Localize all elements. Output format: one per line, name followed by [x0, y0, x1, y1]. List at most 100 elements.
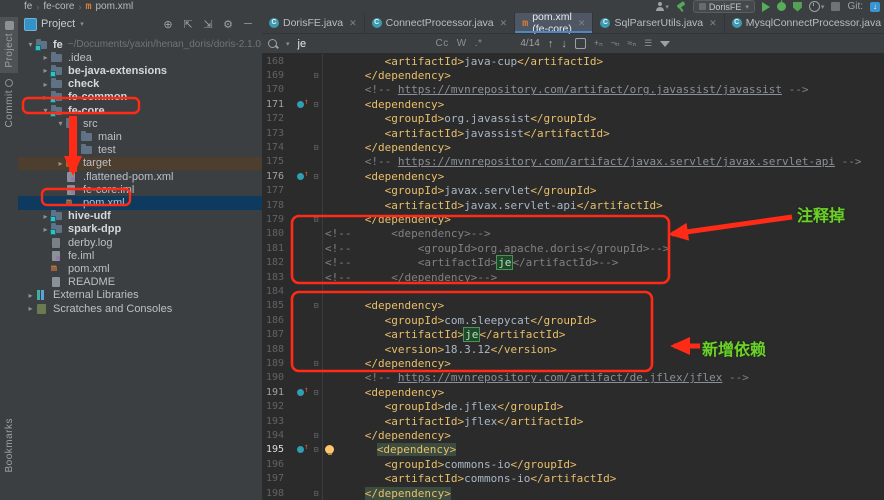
code-line-192[interactable]: 192 <groupId>de.jflex</groupId>	[262, 400, 884, 414]
tree-item-spark-dpp[interactable]: ▸spark-dpp	[18, 223, 263, 236]
fold-marker-icon[interactable]: ⊟	[310, 388, 322, 397]
code-line-185[interactable]: 185⊟ <dependency>	[262, 299, 884, 313]
tree-item-test[interactable]: ▸test	[18, 144, 263, 157]
fold-marker-icon[interactable]: ⊟	[310, 359, 322, 368]
code-line-178[interactable]: 178 <artifactId>javax.servlet-api</artif…	[262, 198, 884, 212]
close-icon[interactable]: ✕	[500, 18, 508, 29]
editor-tab[interactable]: CConnectProcessor.java✕	[365, 13, 516, 33]
tree-item-target[interactable]: ▸target	[18, 157, 263, 170]
add-occurrence-icon[interactable]: +ₙ	[594, 38, 603, 49]
dependency-gutter-icon[interactable]	[296, 171, 310, 182]
fold-marker-icon[interactable]: ⊟	[310, 489, 322, 498]
fold-marker-icon[interactable]: ⊟	[310, 71, 322, 80]
profiler-button[interactable]: ▾	[809, 1, 825, 13]
tree-item-scratches-and-consoles[interactable]: ▸Scratches and Consoles	[18, 302, 263, 315]
tree-item-be-java-extensions[interactable]: ▸be-java-extensions	[18, 64, 263, 77]
code-line-186[interactable]: 186 <groupId>com.sleepycat</groupId>	[262, 313, 884, 327]
stop-button[interactable]	[831, 1, 840, 13]
code-line-172[interactable]: 172 <groupId>org.javassist</groupId>	[262, 112, 884, 126]
filter-icon[interactable]	[660, 41, 670, 47]
collapse-icon[interactable]: ⇲	[200, 18, 216, 31]
intention-bulb-icon[interactable]	[325, 445, 334, 454]
breadcrumb-pom[interactable]: pom.xml	[96, 1, 134, 12]
tree-item-readme[interactable]: README	[18, 276, 263, 289]
next-match-icon[interactable]: ↓	[561, 38, 567, 50]
code-line-168[interactable]: 168 <artifactId>java-cup</artifactId>	[262, 54, 884, 68]
tree-item--flattened-pom-xml[interactable]: .flattened-pom.xml	[18, 170, 263, 183]
code-line-182[interactable]: 182<!-- <artifactId>je</artifactId>-->	[262, 256, 884, 270]
editor-tab[interactable]: mpom.xml (fe-core)✕	[515, 13, 593, 33]
tree-item-fe-common[interactable]: ▸fe-common	[18, 91, 263, 104]
tree-item-pom-xml[interactable]: mpom.xml	[18, 262, 263, 275]
tree-item-fe-core[interactable]: ▾fe-core	[18, 104, 263, 117]
code-line-198[interactable]: 198⊟ </dependency>	[262, 486, 884, 500]
code-line-177[interactable]: 177 <groupId>javax.servlet</groupId>	[262, 184, 884, 198]
code-line-196[interactable]: 196 <groupId>commons-io</groupId>	[262, 457, 884, 471]
code-line-191[interactable]: 191⊟ <dependency>	[262, 385, 884, 399]
chevron-right-icon[interactable]: ▸	[41, 93, 50, 102]
close-icon[interactable]: ✕	[578, 18, 586, 29]
fold-marker-icon[interactable]: ⊟	[310, 445, 322, 454]
editor-tab[interactable]: CMysqlConnectProcessor.java✕	[725, 13, 884, 33]
fold-marker-icon[interactable]: ⊟	[310, 143, 322, 152]
prev-match-icon[interactable]: ↑	[548, 38, 554, 50]
chevron-right-icon[interactable]: ▸	[41, 80, 50, 89]
editor-tab[interactable]: CSqlParserUtils.java✕	[593, 13, 724, 33]
code-line-183[interactable]: 183<!-- </dependency>-->	[262, 270, 884, 284]
remove-occurrence-icon[interactable]: ¬ₙ	[611, 38, 620, 49]
project-panel-title[interactable]: Project	[41, 18, 75, 30]
dependency-gutter-icon[interactable]	[296, 387, 310, 398]
tool-strip-project[interactable]: Project	[0, 17, 18, 73]
tree-item-main[interactable]: ▸main	[18, 130, 263, 143]
chevron-right-icon[interactable]: ▸	[41, 212, 50, 221]
code-line-180[interactable]: 180<!-- <dependency>-->	[262, 227, 884, 241]
run-button[interactable]	[762, 1, 770, 13]
user-account-button[interactable]: ▾	[655, 1, 669, 13]
code-line-195[interactable]: 195⊟ <dependency>	[262, 443, 884, 457]
tool-strip-bookmarks[interactable]: Bookmarks	[0, 418, 18, 482]
select-all-occurrences-icon[interactable]: ≈ₙ	[628, 38, 637, 49]
tree-item-pom-xml[interactable]: mpom.xml	[18, 196, 263, 209]
hide-icon[interactable]: ─	[240, 18, 256, 30]
chevron-right-icon[interactable]: ▸	[26, 304, 35, 313]
chevron-right-icon[interactable]: ▸	[56, 159, 65, 168]
fold-marker-icon[interactable]: ⊟	[310, 100, 322, 109]
code-line-174[interactable]: 174⊟ </dependency>	[262, 140, 884, 154]
search-input[interactable]: je	[298, 38, 428, 50]
locate-icon[interactable]: ⊕	[160, 18, 176, 31]
tree-item-src[interactable]: ▾src	[18, 117, 263, 130]
regex-toggle[interactable]: .*	[475, 38, 483, 49]
tree-item-fe-iml[interactable]: fe.iml	[18, 249, 263, 262]
search-icon[interactable]	[268, 39, 277, 48]
code-line-173[interactable]: 173 <artifactId>javassist</artifactId>	[262, 126, 884, 140]
search-history-chevron-icon[interactable]: ▾	[286, 40, 290, 48]
code-line-175[interactable]: 175 <!-- https://mvnrepository.com/artif…	[262, 155, 884, 169]
close-icon[interactable]: ✕	[709, 18, 717, 29]
git-update-icon[interactable]: ↓	[870, 2, 880, 12]
code-line-169[interactable]: 169⊟ </dependency>	[262, 68, 884, 82]
code-line-190[interactable]: 190 <!-- https://mvnrepository.com/artif…	[262, 371, 884, 385]
expand-icon[interactable]: ⇱	[180, 18, 196, 31]
fold-marker-icon[interactable]: ⊟	[310, 431, 322, 440]
chevron-down-icon[interactable]: ▾	[41, 106, 50, 115]
chevron-down-icon[interactable]: ▾	[56, 119, 65, 128]
words-toggle[interactable]: W	[457, 38, 467, 49]
chevron-right-icon[interactable]: ▸	[71, 132, 80, 141]
code-line-171[interactable]: 171⊟ <dependency>	[262, 97, 884, 111]
chevron-down-icon[interactable]: ▾	[26, 40, 35, 49]
dependency-gutter-icon[interactable]	[296, 444, 310, 455]
close-icon[interactable]: ✕	[349, 18, 357, 29]
build-button[interactable]	[676, 1, 686, 13]
chevron-down-icon[interactable]: ▾	[80, 20, 84, 28]
chevron-right-icon[interactable]: ▸	[41, 225, 50, 234]
breadcrumb-fe-core[interactable]: fe-core	[43, 1, 74, 12]
code-line-170[interactable]: 170 <!-- https://mvnrepository.com/artif…	[262, 83, 884, 97]
multiline-icon[interactable]: ☰	[644, 38, 652, 49]
coverage-button[interactable]	[793, 1, 802, 13]
code-line-193[interactable]: 193 <artifactId>jflex</artifactId>	[262, 414, 884, 428]
tree-item-check[interactable]: ▸check	[18, 78, 263, 91]
code-line-194[interactable]: 194⊟ </dependency>	[262, 428, 884, 442]
chevron-right-icon[interactable]: ▸	[26, 291, 35, 300]
tree-item-fe[interactable]: ▾fe~/Documents/yaxin/henan_doris/doris-2…	[18, 38, 263, 51]
fold-marker-icon[interactable]: ⊟	[310, 215, 322, 224]
